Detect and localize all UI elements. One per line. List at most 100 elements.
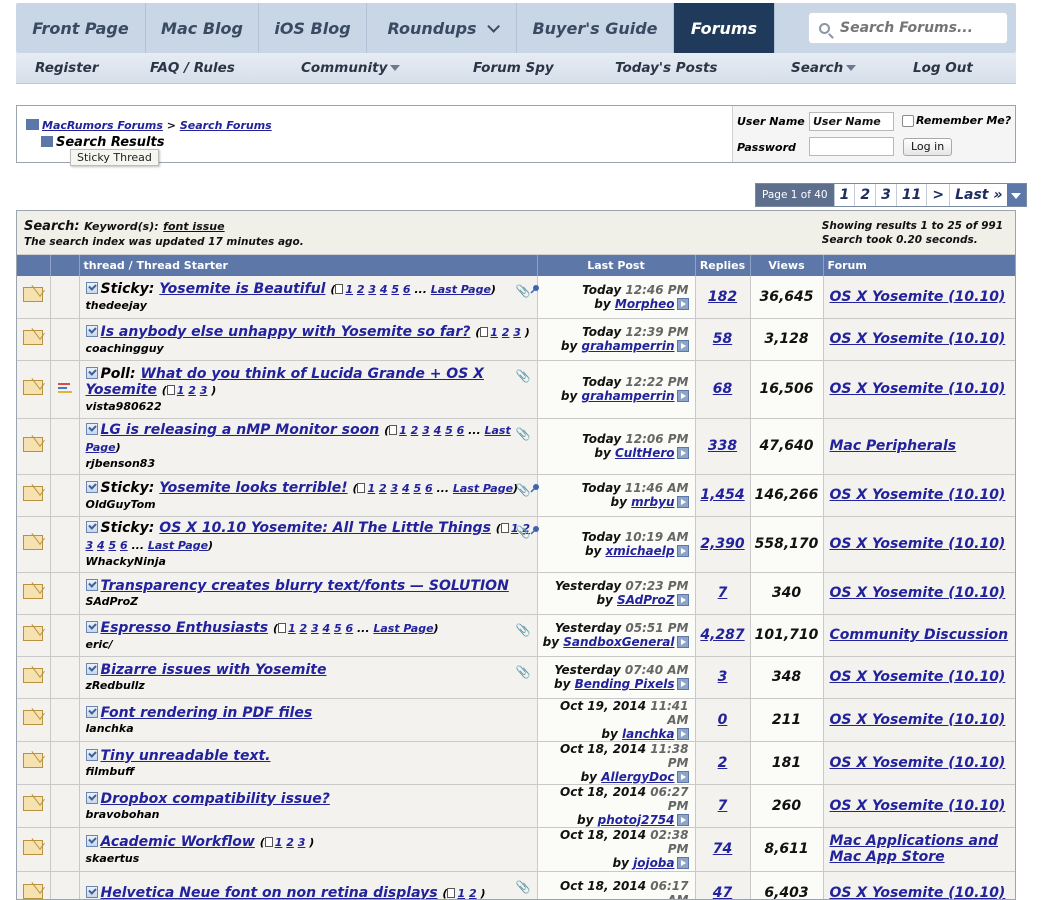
password-field[interactable] bbox=[809, 137, 894, 156]
todays-posts-link[interactable]: Today's Posts bbox=[615, 60, 717, 76]
thread-page-link[interactable]: 1 bbox=[288, 622, 296, 635]
thread-title-link[interactable]: Yosemite looks terrible! bbox=[159, 480, 347, 496]
forum-link[interactable]: Mac Applications and Mac App Store bbox=[830, 833, 999, 865]
replies-link[interactable]: 7 bbox=[718, 585, 728, 601]
replies-link[interactable]: 2 bbox=[718, 755, 728, 771]
thread-page-link[interactable]: 2 bbox=[357, 283, 365, 296]
replies-link[interactable]: 4,287 bbox=[700, 627, 744, 643]
thread-starter[interactable]: thedeejay bbox=[86, 299, 532, 312]
thread-page-link[interactable]: 3 bbox=[86, 539, 94, 552]
last-poster-link[interactable]: SandboxGeneral bbox=[563, 635, 674, 649]
go-to-last-post-icon[interactable] bbox=[677, 771, 689, 783]
thread-page-link[interactable]: 2 bbox=[188, 384, 196, 397]
replies-link[interactable]: 0 bbox=[718, 712, 728, 728]
thread-starter[interactable]: filmbuff bbox=[86, 765, 532, 778]
thread-title-link[interactable]: Espresso Enthusiasts bbox=[101, 620, 269, 636]
last-poster-link[interactable]: grahamperrin bbox=[582, 389, 675, 403]
thread-starter[interactable]: rjbenson83 bbox=[86, 457, 532, 470]
thread-page-link[interactable]: 2 bbox=[286, 836, 294, 849]
thread-page-link[interactable]: 2 bbox=[379, 482, 387, 495]
thread-starter[interactable]: bravobohan bbox=[86, 808, 532, 821]
last-poster-link[interactable]: lanchka bbox=[622, 727, 675, 741]
thread-starter[interactable]: skaertus bbox=[86, 852, 532, 865]
thread-title-link[interactable]: Font rendering in PDF files bbox=[101, 705, 313, 721]
thread-title-link[interactable]: Transparency creates blurry text/fonts —… bbox=[101, 578, 509, 594]
tab-buyers-guide[interactable]: Buyer's Guide bbox=[517, 3, 674, 53]
replies-link[interactable]: 338 bbox=[708, 438, 737, 454]
thread-page-link[interactable]: 5 bbox=[445, 424, 453, 437]
remember-me-checkbox[interactable] bbox=[902, 115, 914, 127]
go-to-last-post-icon[interactable] bbox=[677, 857, 689, 869]
replies-link[interactable]: 68 bbox=[713, 381, 732, 397]
thread-title-link[interactable]: LG is releasing a nMP Monitor soon bbox=[101, 422, 380, 438]
thread-page-link[interactable]: 6 bbox=[345, 622, 353, 635]
replies-link[interactable]: 2,390 bbox=[700, 536, 744, 552]
forum-link[interactable]: OS X Yosemite (10.10) bbox=[830, 669, 1006, 685]
thread-page-link[interactable]: 2 bbox=[411, 424, 419, 437]
last-post-column-header[interactable]: Last Post bbox=[537, 255, 695, 276]
thread-title-link[interactable]: Tiny unreadable text. bbox=[101, 748, 271, 764]
forum-link[interactable]: OS X Yosemite (10.10) bbox=[830, 755, 1006, 771]
thread-page-link[interactable]: 3 bbox=[298, 836, 306, 849]
thread-starter[interactable]: lanchka bbox=[86, 722, 532, 735]
thread-starter[interactable]: SAdProZ bbox=[86, 595, 532, 608]
thread-starter[interactable]: WhackyNinja bbox=[86, 555, 532, 568]
forum-link[interactable]: OS X Yosemite (10.10) bbox=[830, 487, 1006, 503]
thread-page-link[interactable]: 6 bbox=[457, 424, 465, 437]
replies-column-header[interactable]: Replies bbox=[695, 255, 750, 276]
thread-page-link[interactable]: 3 bbox=[368, 283, 376, 296]
thread-page-link[interactable]: 3 bbox=[422, 424, 430, 437]
forum-link[interactable]: OS X Yosemite (10.10) bbox=[830, 331, 1006, 347]
thread-page-link[interactable]: 6 bbox=[403, 283, 411, 296]
community-menu[interactable]: Community bbox=[301, 60, 400, 76]
breadcrumb-parent-link[interactable]: Search Forums bbox=[180, 119, 272, 132]
last-poster-link[interactable]: CultHero bbox=[615, 446, 675, 460]
thread-page-link[interactable]: 1 bbox=[399, 424, 407, 437]
thread-page-link[interactable]: 2 bbox=[469, 887, 477, 900]
last-poster-link[interactable]: xmichaelp bbox=[606, 544, 675, 558]
thread-page-link[interactable]: 4 bbox=[97, 539, 105, 552]
thread-page-link[interactable]: 6 bbox=[425, 482, 433, 495]
thread-title-link[interactable]: Yosemite is Beautiful bbox=[159, 281, 325, 297]
last-poster-link[interactable]: jojoba bbox=[633, 856, 674, 870]
forum-link[interactable]: Mac Peripherals bbox=[830, 438, 957, 454]
breadcrumb-root-link[interactable]: MacRumors Forums bbox=[42, 119, 163, 132]
faq-rules-link[interactable]: FAQ / Rules bbox=[150, 60, 235, 76]
go-to-last-post-icon[interactable] bbox=[677, 636, 689, 648]
thread-page-link[interactable]: 4 bbox=[434, 424, 442, 437]
thread-starter[interactable]: eric/ bbox=[86, 638, 532, 651]
thread-starter[interactable]: vista980622 bbox=[86, 400, 532, 413]
go-to-last-post-icon[interactable] bbox=[677, 447, 689, 459]
forum-link[interactable]: OS X Yosemite (10.10) bbox=[830, 885, 1006, 900]
go-to-last-post-icon[interactable] bbox=[677, 728, 689, 740]
thread-title-link[interactable]: Helvetica Neue font on non retina displa… bbox=[101, 885, 438, 900]
thread-last-page-link[interactable]: Last Page bbox=[148, 539, 208, 552]
go-to-last-post-icon[interactable] bbox=[677, 545, 689, 557]
go-to-last-post-icon[interactable] bbox=[677, 678, 689, 690]
last-page-link[interactable]: Last » bbox=[949, 184, 1007, 206]
replies-link[interactable]: 47 bbox=[713, 885, 732, 900]
last-poster-link[interactable]: mrbyu bbox=[631, 495, 674, 509]
thread-starter[interactable]: OldGuyTom bbox=[86, 498, 532, 511]
forum-link[interactable]: OS X Yosemite (10.10) bbox=[830, 712, 1006, 728]
thread-title-link[interactable]: OS X 10.10 Yosemite: All The Little Thin… bbox=[159, 520, 491, 536]
forum-link[interactable]: OS X Yosemite (10.10) bbox=[830, 798, 1006, 814]
search-menu[interactable]: Search bbox=[791, 60, 856, 76]
thread-last-page-link[interactable]: Last Page bbox=[431, 283, 491, 296]
page-11-link[interactable]: 11 bbox=[896, 184, 926, 206]
go-to-last-post-icon[interactable] bbox=[677, 298, 689, 310]
tab-mac-blog[interactable]: Mac Blog bbox=[146, 3, 259, 53]
thread-page-link[interactable]: 1 bbox=[457, 887, 465, 900]
forum-spy-link[interactable]: Forum Spy bbox=[473, 60, 554, 76]
thread-page-link[interactable]: 1 bbox=[490, 326, 498, 339]
page-2-link[interactable]: 2 bbox=[854, 184, 875, 206]
thread-title-link[interactable]: Is anybody else unhappy with Yosemite so… bbox=[101, 324, 471, 340]
forum-search[interactable] bbox=[808, 12, 1008, 44]
thread-page-link[interactable]: 4 bbox=[402, 482, 410, 495]
views-column-header[interactable]: Views bbox=[750, 255, 823, 276]
thread-column-header[interactable]: thread / Thread Starter bbox=[79, 255, 537, 276]
thread-starter[interactable]: coachingguy bbox=[86, 342, 532, 355]
thread-page-link[interactable]: 4 bbox=[380, 283, 388, 296]
thread-page-link[interactable]: 3 bbox=[200, 384, 208, 397]
next-page-link[interactable]: > bbox=[926, 184, 949, 206]
